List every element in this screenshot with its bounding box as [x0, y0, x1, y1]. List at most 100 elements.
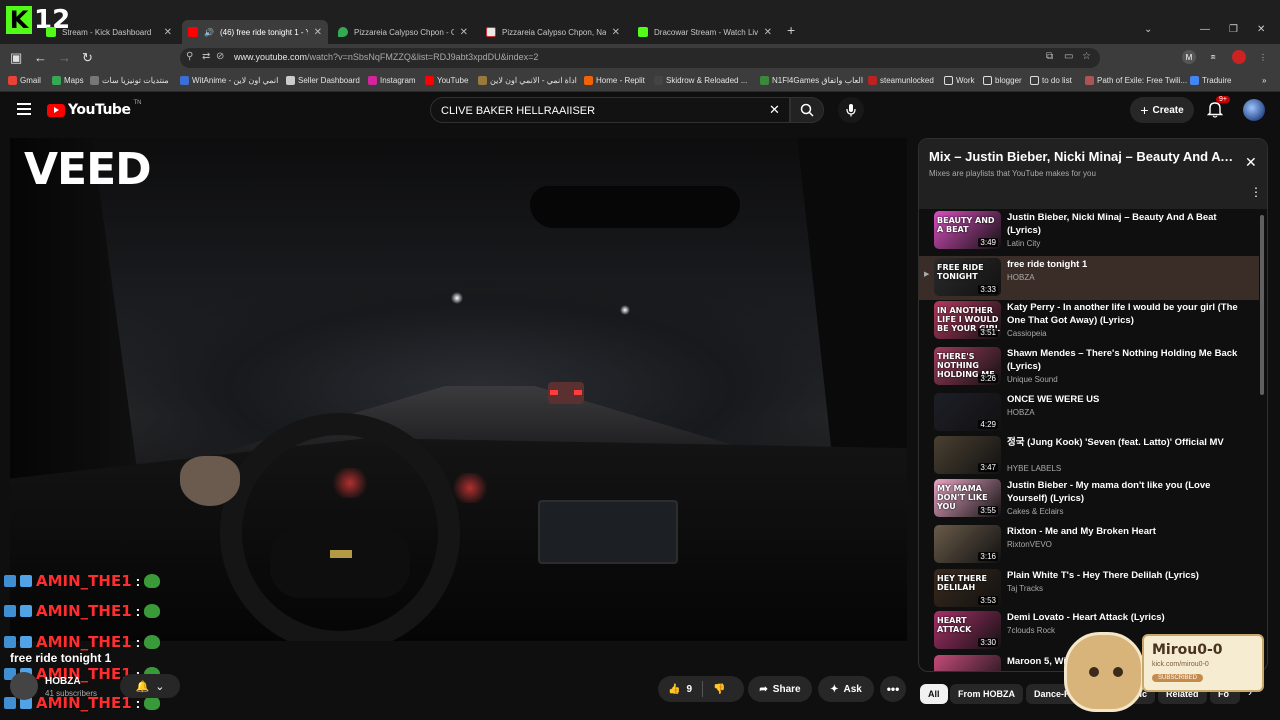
subscribed-button[interactable]: 🔔 ⌄ — [120, 674, 180, 698]
playlist-item[interactable]: THERE'S NOTHING HOLDING ME 3:26 Shawn Mend… — [919, 345, 1259, 389]
bookmark-item[interactable]: منتديات تونيزيا سات — [90, 76, 169, 85]
playlist-item[interactable]: 3:16 Rixton - Me and My Broken Heart Rixto… — [919, 523, 1259, 567]
bookmark-item[interactable]: YouTube — [425, 76, 468, 85]
clear-search-icon[interactable]: ✕ — [769, 102, 780, 118]
youtube-logo[interactable]: YouTube TN — [47, 100, 141, 118]
side-panel-icon[interactable]: ▣ — [10, 51, 22, 65]
tab-close-icon[interactable]: ✕ — [164, 27, 172, 38]
video-thumbnail[interactable]: MY MAMA DON'T LIKE YOU 3:55 — [934, 479, 1001, 517]
bookmark-item[interactable]: Skidrow & Reloaded ... — [654, 76, 747, 85]
video-thumbnail[interactable]: HEY THERE DELILAH 3:53 — [934, 569, 1001, 607]
minimize-button[interactable]: — — [1200, 24, 1210, 35]
install-app-icon[interactable]: ⧉ — [1046, 51, 1053, 62]
tune-icon[interactable]: ⇄ — [202, 51, 210, 62]
account-avatar[interactable] — [1243, 99, 1265, 121]
search-input[interactable] — [441, 103, 761, 119]
tab-google-maps[interactable]: Pizzareia Calypso Chpon - Google ✕ — [332, 20, 474, 44]
tab-kick-dashboard[interactable]: Stream - Kick Dashboard ✕ — [40, 20, 178, 44]
video-thumbnail[interactable] — [934, 655, 1001, 671]
maximize-button[interactable]: ❐ — [1229, 24, 1238, 35]
item-title[interactable]: 정국 (Jung Kook) 'Seven (feat. Latto)' Off… — [1007, 436, 1242, 449]
like-button[interactable]: 👍 9 — [658, 676, 702, 702]
bookmark-folder[interactable]: Work — [944, 76, 975, 85]
playlist-item[interactable]: HEY THERE DELILAH 3:53 Plain White T's - H… — [919, 567, 1259, 611]
back-button[interactable]: ← — [34, 51, 47, 65]
video-thumbnail[interactable]: FREE RIDE TONIGHT 3:33 — [934, 258, 1001, 296]
omnibox[interactable]: ⚲ ⇄ ⊘ www.youtube.com/watch?v=nSbsNqFMZZ… — [180, 48, 1100, 68]
playlist-item[interactable]: IN ANOTHER LIFE I WOULD BE YOUR GIRL 3:51… — [919, 299, 1259, 343]
item-title[interactable]: ONCE WE WERE US — [1007, 393, 1242, 406]
bookmark-star-icon[interactable]: ☆ — [1082, 51, 1091, 62]
tab-close-icon[interactable]: ✕ — [764, 27, 772, 38]
tracking-icon[interactable]: ⊘ — [216, 51, 224, 62]
bookmark-item[interactable]: Traduire — [1190, 76, 1232, 85]
chip-from-hobza[interactable]: From HOBZA — [950, 684, 1023, 704]
bookmark-item[interactable]: Home - Replit — [584, 76, 645, 85]
more-actions-button[interactable]: ••• — [880, 676, 906, 702]
video-thumbnail[interactable]: HEART ATTACK 3:30 — [934, 611, 1001, 649]
playlist-title[interactable]: Mix – Justin Bieber, Nicki Minaj – Beaut… — [929, 149, 1234, 164]
speaker-icon[interactable]: 🔊 — [204, 28, 214, 37]
ask-button[interactable]: ✦ Ask — [818, 676, 874, 702]
tab-close-icon[interactable]: ✕ — [314, 27, 322, 38]
tab-pizzareia[interactable]: Pizzareia Calypso Chpon, Nabeul ✕ — [480, 20, 626, 44]
profile-extension-icon[interactable] — [1232, 50, 1246, 64]
video-player[interactable]: VEED — [10, 138, 907, 641]
tab-youtube-active[interactable]: 🔊 (46) free ride tonight 1 - YouTube ✕ — [182, 20, 328, 44]
create-button[interactable]: + Create — [1130, 97, 1194, 123]
bookmark-item[interactable]: Maps — [52, 76, 84, 85]
dislike-button[interactable]: 👎 — [703, 676, 735, 702]
playlist-item[interactable]: 3:47 정국 (Jung Kook) 'Seven (feat. Latto)'… — [919, 434, 1259, 478]
bookmark-item[interactable]: WitAnime - انمي اون لاين — [180, 76, 278, 85]
extension-m-icon[interactable]: M — [1182, 50, 1196, 64]
item-title[interactable]: Shawn Mendes – There's Nothing Holding M… — [1007, 347, 1242, 373]
video-thumbnail[interactable]: 3:47 — [934, 436, 1001, 474]
share-button[interactable]: ➦ Share — [748, 676, 812, 702]
tab-dracowar-stream[interactable]: Dracowar Stream - Watch Live on Kick ✕ — [632, 20, 778, 44]
url-text[interactable]: www.youtube.com/watch?v=nSbsNqFMZZQ&list… — [234, 52, 538, 62]
item-title[interactable]: Plain White T's - Hey There Delilah (Lyr… — [1007, 569, 1242, 582]
bookmark-item[interactable]: Seller Dashboard — [286, 76, 360, 85]
video-thumbnail[interactable]: IN ANOTHER LIFE I WOULD BE YOUR GIRL 3:51 — [934, 301, 1001, 339]
voice-search-button[interactable] — [838, 97, 864, 123]
more-bookmarks-icon[interactable]: » — [1262, 76, 1266, 85]
forward-button[interactable]: → — [58, 51, 71, 65]
bookmark-folder[interactable]: blogger — [983, 76, 1022, 85]
bookmark-item[interactable]: steamunlocked — [868, 76, 934, 85]
video-thumbnail[interactable]: THERE'S NOTHING HOLDING ME 3:26 — [934, 347, 1001, 385]
video-thumbnail[interactable]: BEAUTY AND A BEAT 3:49 — [934, 211, 1001, 249]
video-thumbnail[interactable]: 3:16 — [934, 525, 1001, 563]
item-title[interactable]: Justin Bieber - My mama don't like you (… — [1007, 479, 1242, 505]
item-title[interactable]: Justin Bieber, Nicki Minaj – Beauty And … — [1007, 211, 1242, 237]
bookmark-item[interactable]: Instagram — [368, 76, 416, 85]
item-title[interactable]: free ride tonight 1 — [1007, 258, 1242, 271]
item-title[interactable]: Katy Perry - In another life I would be … — [1007, 301, 1242, 327]
video-thumbnail[interactable]: 4:29 — [934, 393, 1001, 431]
playlist-item[interactable]: MY MAMA DON'T LIKE YOU 3:55 Justin Bieber … — [919, 477, 1259, 521]
bookmark-folder[interactable]: to do list — [1030, 76, 1072, 85]
close-window-button[interactable]: ✕ — [1257, 24, 1265, 35]
item-title[interactable]: Demi Lovato - Heart Attack (Lyrics) — [1007, 611, 1242, 624]
channel-name[interactable]: HOBZA — [45, 676, 81, 687]
bookmark-item[interactable]: Gmail — [8, 76, 41, 85]
notifications-button[interactable] — [1206, 100, 1224, 123]
playlist-item[interactable]: 4:29 ONCE WE WERE US HOBZA — [919, 391, 1259, 435]
bookmark-item[interactable]: N1Fl4Games العاب واتفاق — [760, 76, 863, 85]
search-button[interactable] — [790, 97, 824, 123]
new-tab-button[interactable]: + — [787, 22, 795, 38]
chip-all[interactable]: All — [920, 684, 948, 704]
bookmark-item[interactable]: اداة انمي - الانمي اون لاين — [478, 76, 577, 85]
channel-avatar[interactable] — [10, 672, 38, 700]
menu-icon[interactable] — [17, 103, 31, 118]
playlist-scrollbar[interactable] — [1260, 215, 1264, 395]
extensions-puzzle-icon[interactable]: ⧈ — [1206, 50, 1220, 64]
playlist-item[interactable]: BEAUTY AND A BEAT 3:49 Justin Bieber, Nick… — [919, 209, 1259, 253]
tab-close-icon[interactable]: ✕ — [460, 27, 468, 38]
browser-menu-icon[interactable]: ⋮ — [1256, 50, 1270, 64]
playlist-menu-icon[interactable]: ⋮ — [1250, 185, 1262, 199]
playlist-item-current[interactable]: ▶ FREE RIDE TONIGHT 3:33 free ride tonight … — [919, 256, 1259, 300]
close-playlist-icon[interactable]: ✕ — [1245, 154, 1257, 171]
tab-search-icon[interactable]: ⌄ — [1144, 24, 1152, 35]
site-info-icon[interactable]: ⚲ — [186, 51, 193, 62]
reload-button[interactable]: ↻ — [82, 51, 93, 65]
